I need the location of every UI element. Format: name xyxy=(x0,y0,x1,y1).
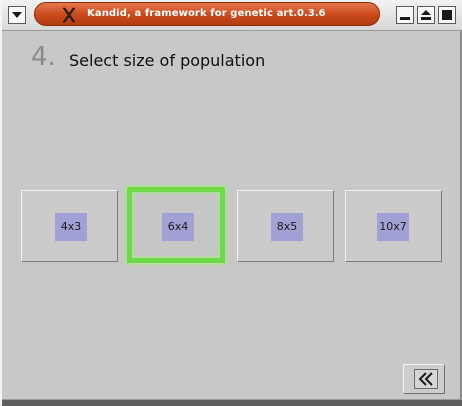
x-logo-icon xyxy=(62,7,76,23)
population-option-4x3[interactable]: 4x3 xyxy=(21,190,118,262)
close-icon xyxy=(442,10,452,20)
window-title: Kandid, a framework for genetic art. xyxy=(87,8,298,19)
population-option-8x5[interactable]: 8x5 xyxy=(237,190,334,262)
option-label: 6x4 xyxy=(162,213,194,241)
rewind-icon xyxy=(418,372,433,386)
app-window: Kandid, a framework for genetic art. 0.3… xyxy=(0,0,462,406)
chevron-down-icon xyxy=(12,12,22,18)
back-button-frame xyxy=(414,369,438,389)
step-title: Select size of population xyxy=(69,51,266,70)
option-label: 4x3 xyxy=(55,213,87,241)
population-option-6x4[interactable]: 6x4 xyxy=(127,187,225,263)
maximize-button[interactable] xyxy=(417,6,435,24)
maximize-icon xyxy=(421,10,431,20)
option-label: 10x7 xyxy=(377,213,409,241)
population-options: 4x3 6x4 8x5 10x7 xyxy=(21,187,445,263)
title-bar[interactable]: Kandid, a framework for genetic art. 0.3… xyxy=(2,0,462,31)
window-menu-button[interactable] xyxy=(8,6,26,24)
minimize-button[interactable] xyxy=(396,6,414,24)
title-pill: Kandid, a framework for genetic art. 0.3… xyxy=(34,2,380,26)
close-button[interactable] xyxy=(438,6,456,24)
step-number: 4. xyxy=(31,42,56,72)
minimize-icon xyxy=(400,17,410,20)
population-option-10x7[interactable]: 10x7 xyxy=(345,190,442,262)
window-version: 0.3.6 xyxy=(297,8,326,19)
option-label: 8x5 xyxy=(271,213,303,241)
back-button[interactable] xyxy=(403,364,445,394)
